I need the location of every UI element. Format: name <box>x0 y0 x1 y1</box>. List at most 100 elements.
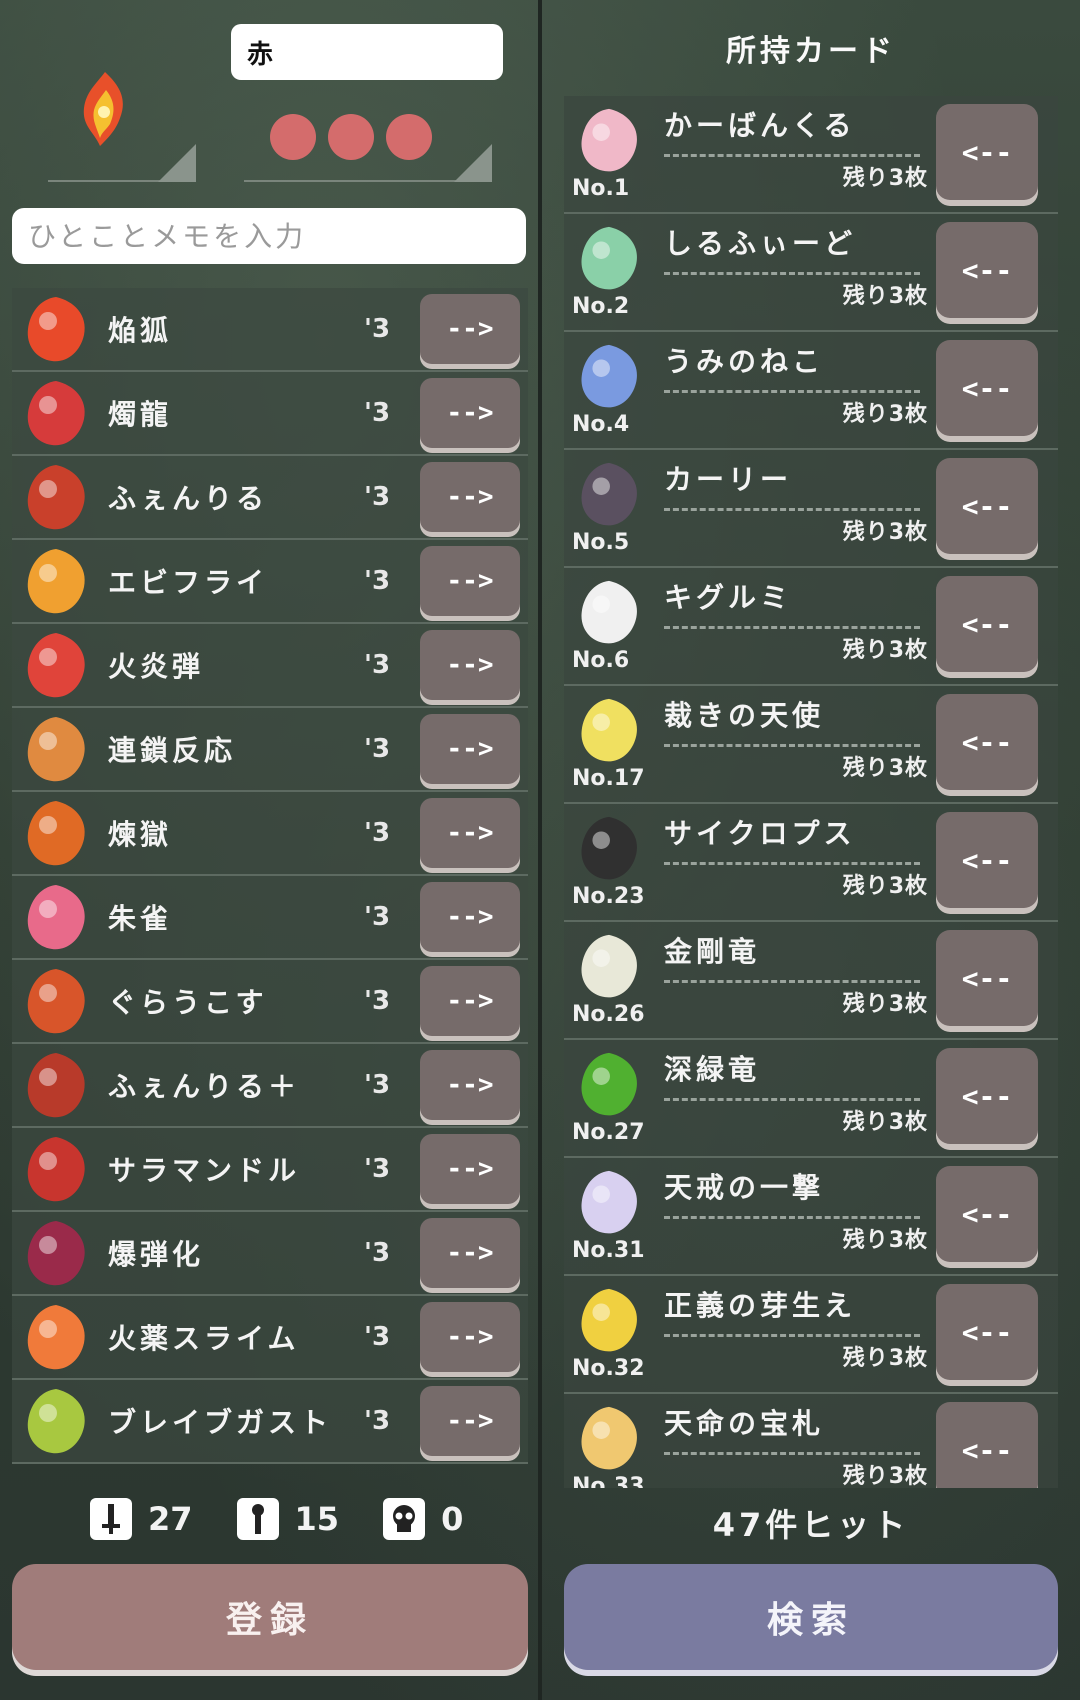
move-left-button[interactable]: <-- <box>936 458 1038 554</box>
skull-icon <box>383 1498 426 1540</box>
remaining-count: 残り3枚 <box>842 1228 928 1253</box>
deck-card-row[interactable]: 煉獄 '3 --> <box>12 792 528 876</box>
card-name: サイクロプス <box>664 817 856 850</box>
move-right-button[interactable]: --> <box>420 798 520 868</box>
move-left-button[interactable]: <-- <box>936 340 1038 436</box>
owned-card-list[interactable]: No.1 かーばんくる 残り3枚 <-- No.2 しるふぃーど 残り3枚 <-- No.4 うみ… <box>564 96 1058 1488</box>
card-name: 正義の芽生え <box>664 1289 857 1322</box>
card-count: '3 <box>364 734 391 764</box>
card-count: '3 <box>364 398 391 428</box>
card-art-icon <box>581 934 637 998</box>
color-dropdown-corner[interactable] <box>454 144 492 182</box>
owned-card-row[interactable]: No.32 正義の芽生え 残り3枚 <-- <box>564 1276 1058 1394</box>
deck-card-row[interactable]: 火薬スライム '3 --> <box>12 1296 528 1380</box>
move-right-button[interactable]: --> <box>420 1302 520 1372</box>
dashed-separator <box>664 390 920 393</box>
remaining-count: 残り3枚 <box>842 402 928 427</box>
card-name: ぐらうこす <box>108 986 268 1019</box>
card-name: 朱雀 <box>108 902 173 935</box>
deck-card-row[interactable]: エビフライ '3 --> <box>12 540 528 624</box>
card-art-icon <box>581 462 637 526</box>
deck-card-list[interactable]: 焔狐 '3 --> 燭龍 '3 --> ふぇんりる '3 --> エビフライ '3 --> 火炎弾 '3-… <box>12 288 528 1484</box>
deck-card-row[interactable]: 燭龍 '3 --> <box>12 372 528 456</box>
card-number: No.6 <box>572 648 630 673</box>
card-name: エビフライ <box>108 566 269 599</box>
move-left-button[interactable]: <-- <box>936 1166 1038 1262</box>
deck-stats: 27 15 0 <box>90 1498 509 1540</box>
move-right-button[interactable]: --> <box>420 462 520 532</box>
owned-card-row[interactable]: No.33 天命の宝札 残り3枚 <-- <box>564 1394 1058 1488</box>
memo-input[interactable] <box>12 208 526 264</box>
deck-card-row[interactable]: ふぇんりる＋ '3 --> <box>12 1044 528 1128</box>
move-left-button[interactable]: <-- <box>936 104 1038 200</box>
card-count: '3 <box>364 566 391 596</box>
deck-name-field[interactable]: 赤 <box>231 24 503 80</box>
move-right-button[interactable]: --> <box>420 630 520 700</box>
move-left-button[interactable]: <-- <box>936 812 1038 908</box>
owned-card-row[interactable]: No.26 金剛竜 残り3枚 <-- <box>564 922 1058 1040</box>
card-name: 金剛竜 <box>664 935 761 968</box>
owned-card-row[interactable]: No.17 裁きの天使 残り3枚 <-- <box>564 686 1058 804</box>
card-art-icon <box>27 885 85 950</box>
move-left-button[interactable]: <-- <box>936 1402 1038 1488</box>
move-right-button[interactable]: --> <box>420 714 520 784</box>
card-art-icon <box>27 549 85 614</box>
card-number: No.32 <box>572 1356 645 1381</box>
dashed-separator <box>664 1452 920 1455</box>
remaining-count: 残り3枚 <box>842 756 928 781</box>
remaining-count: 残り3枚 <box>842 1464 928 1488</box>
leader-dropdown-corner[interactable] <box>158 144 196 182</box>
move-right-button[interactable]: --> <box>420 378 520 448</box>
move-right-button[interactable]: --> <box>420 1050 520 1120</box>
owned-card-row[interactable]: No.5 カーリー 残り3枚 <-- <box>564 450 1058 568</box>
deck-card-row[interactable]: 連鎖反応 '3 --> <box>12 708 528 792</box>
move-right-button[interactable]: --> <box>420 294 520 364</box>
move-left-button[interactable]: <-- <box>936 222 1038 318</box>
deck-card-row[interactable]: ぐらうこす '3 --> <box>12 960 528 1044</box>
card-count: '3 <box>364 986 391 1016</box>
deck-card-row[interactable]: 火炎弾 '3 --> <box>12 624 528 708</box>
card-count: '3 <box>364 1154 391 1184</box>
wand-icon <box>236 1498 279 1540</box>
move-right-button[interactable]: --> <box>420 1218 520 1288</box>
move-right-button[interactable]: --> <box>420 966 520 1036</box>
move-left-button[interactable]: <-- <box>936 930 1038 1026</box>
card-name: 爆弾化 <box>108 1238 205 1271</box>
card-name: ふぇんりる＋ <box>108 1070 301 1103</box>
search-button[interactable]: 検索 <box>564 1564 1058 1670</box>
owned-card-row[interactable]: No.23 サイクロプス 残り3枚 <-- <box>564 804 1058 922</box>
deck-card-row[interactable]: サラマンドル '3 --> <box>12 1128 528 1212</box>
deck-card-row[interactable]: 焔狐 '3 --> <box>12 288 528 372</box>
deck-card-row[interactable]: 朱雀 '3 --> <box>12 876 528 960</box>
move-right-button[interactable]: --> <box>420 1134 520 1204</box>
owned-card-row[interactable]: No.27 深緑竜 残り3枚 <-- <box>564 1040 1058 1158</box>
card-name: キグルミ <box>664 581 793 614</box>
move-right-button[interactable]: --> <box>420 546 520 616</box>
deck-card-row[interactable]: ブレイブガスト '3 --> <box>12 1380 528 1464</box>
owned-card-row[interactable]: No.4 うみのねこ 残り3枚 <-- <box>564 332 1058 450</box>
move-right-button[interactable]: --> <box>420 882 520 952</box>
remaining-count: 残り3枚 <box>842 638 928 663</box>
card-name: 焔狐 <box>108 314 173 347</box>
deck-leader-icon[interactable] <box>70 68 140 150</box>
card-art-icon <box>27 1389 85 1454</box>
remaining-count: 残り3枚 <box>842 166 928 191</box>
card-count: '3 <box>364 482 391 512</box>
card-art-icon <box>27 717 85 782</box>
move-left-button[interactable]: <-- <box>936 1284 1038 1380</box>
owned-card-row[interactable]: No.2 しるふぃーど 残り3枚 <-- <box>564 214 1058 332</box>
move-left-button[interactable]: <-- <box>936 694 1038 790</box>
move-left-button[interactable]: <-- <box>936 576 1038 672</box>
owned-card-row[interactable]: No.1 かーばんくる 残り3枚 <-- <box>564 96 1058 214</box>
owned-card-row[interactable]: No.31 天戒の一撃 残り3枚 <-- <box>564 1158 1058 1276</box>
card-number: No.31 <box>572 1238 645 1263</box>
card-name: ブレイブガスト <box>108 1406 333 1439</box>
deck-card-row[interactable]: 爆弾化 '3 --> <box>12 1212 528 1296</box>
move-right-button[interactable]: --> <box>420 1386 520 1456</box>
owned-card-row[interactable]: No.6 キグルミ残り3枚 <-- <box>564 568 1058 686</box>
move-left-button[interactable]: <-- <box>936 1048 1038 1144</box>
register-button[interactable]: 登録 <box>12 1564 528 1670</box>
deck-card-row[interactable]: ふぇんりる '3 --> <box>12 456 528 540</box>
color-dots[interactable] <box>270 114 432 160</box>
card-number: No.2 <box>572 294 630 319</box>
